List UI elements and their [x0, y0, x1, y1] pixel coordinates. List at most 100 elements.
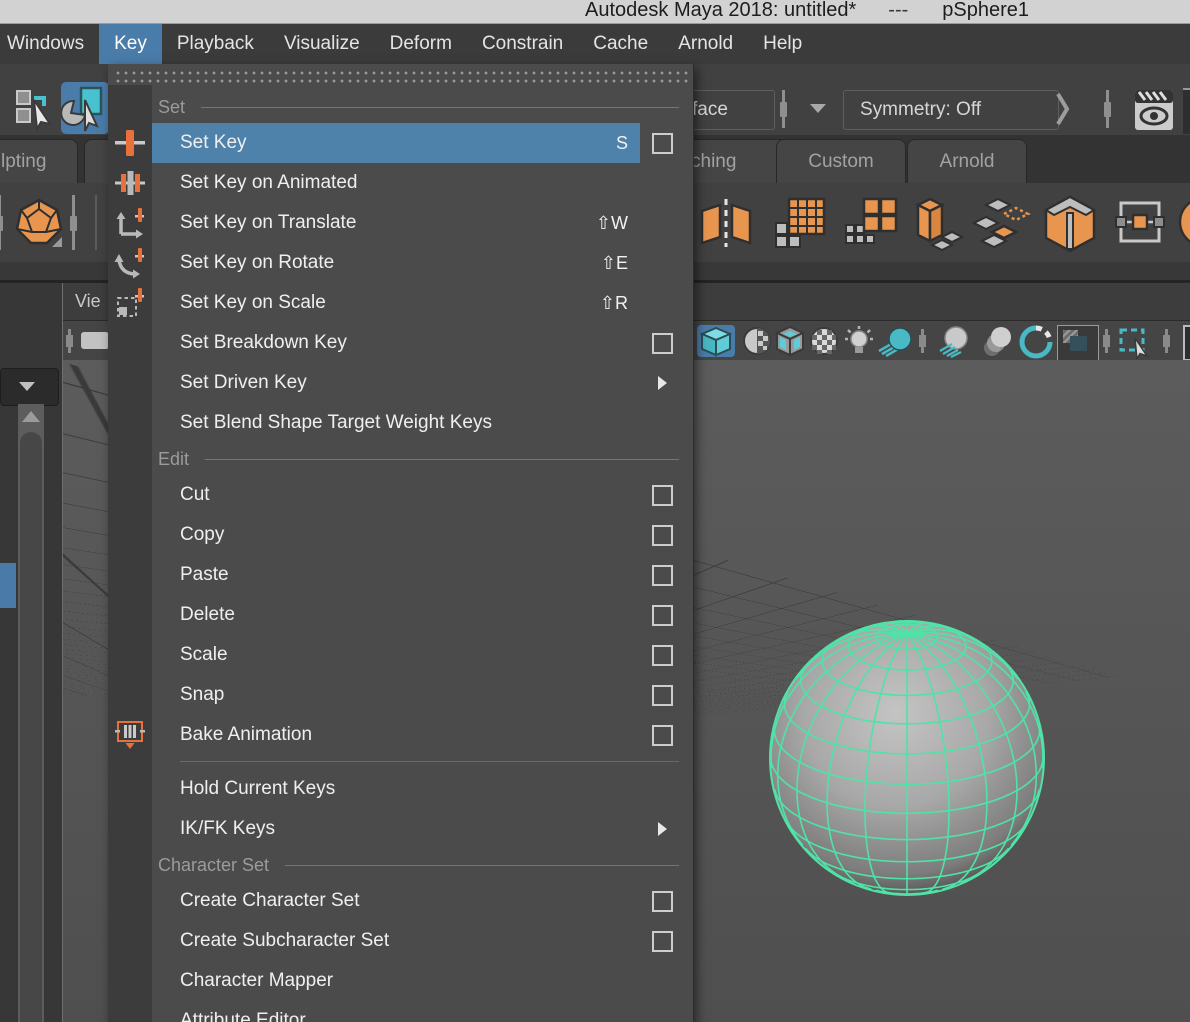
select-object-icon[interactable] [61, 82, 109, 134]
menu-item-set-key-on-translate[interactable]: Set Key on Translate ⇧W [152, 203, 693, 243]
poly-sphere-icon[interactable] [1176, 195, 1190, 249]
submenu-arrow-icon [658, 822, 667, 836]
menu-constrain[interactable]: Constrain [467, 24, 578, 64]
motion-blur-icon[interactable] [981, 325, 1015, 359]
shaded-mode-icon[interactable] [697, 325, 735, 357]
menu-item-set-key-on-scale[interactable]: Set Key on Scale ⇧R [152, 283, 693, 323]
menu-item-ik-fk-keys[interactable]: IK/FK Keys [152, 809, 693, 849]
menu-separator [180, 755, 679, 769]
menu-item-snap[interactable]: Snap [152, 675, 693, 715]
tab-custom[interactable]: Custom [776, 139, 906, 184]
scroll-up-icon[interactable] [22, 411, 40, 422]
option-box[interactable] [652, 133, 673, 154]
playblast-icon[interactable] [1134, 88, 1174, 132]
mirror-icon[interactable] [698, 195, 754, 251]
menu-item-create-character-set[interactable]: Create Character Set [152, 881, 693, 921]
option-box[interactable] [652, 565, 673, 586]
chevron-down-icon [19, 382, 35, 391]
menu-section-edit: Edit [152, 443, 693, 475]
bake-animation-icon [113, 718, 147, 752]
option-box[interactable] [652, 931, 673, 952]
isolate-select-icon[interactable] [1117, 325, 1155, 359]
option-box[interactable] [652, 685, 673, 706]
textured-cube-icon[interactable] [775, 325, 805, 357]
menu-item-hold-current-keys[interactable]: Hold Current Keys [152, 769, 693, 809]
xray-icon[interactable] [1057, 325, 1099, 361]
toolbar-partial-icon [1183, 325, 1190, 361]
left-panel [0, 283, 62, 1022]
menu-key[interactable]: Key [99, 24, 162, 64]
menu-section-character-set: Character Set [152, 849, 693, 881]
divider [1165, 329, 1168, 353]
set-key-animated-icon [113, 166, 147, 200]
divider [68, 329, 71, 353]
shadows-icon[interactable] [877, 325, 915, 357]
menu-item-set-key[interactable]: Set Key S [152, 123, 693, 163]
smooth-icon[interactable] [772, 195, 828, 251]
menu-item-set-breakdown-key[interactable]: Set Breakdown Key [152, 323, 693, 363]
poly-platonic-solid-icon[interactable] [14, 197, 64, 249]
menu-item-bake-animation[interactable]: Bake Animation [152, 715, 693, 755]
menu-cache[interactable]: Cache [578, 24, 663, 64]
quad-draw-icon[interactable] [970, 195, 1032, 251]
expand-chevron-icon[interactable] [1055, 92, 1071, 126]
tab-arnold[interactable]: Arnold [907, 139, 1027, 184]
option-box[interactable] [652, 605, 673, 626]
menu-arnold[interactable]: Arnold [663, 24, 748, 64]
menu-item-paste[interactable]: Paste [152, 555, 693, 595]
menu-visualize[interactable]: Visualize [269, 24, 375, 64]
reduce-icon[interactable] [842, 195, 898, 251]
menu-item-create-subcharacter-set[interactable]: Create Subcharacter Set [152, 921, 693, 961]
divider [1106, 90, 1109, 128]
bevel-icon[interactable] [1042, 193, 1098, 253]
tab-sculpting[interactable]: lpting [0, 139, 78, 184]
select-hierarchy-icon[interactable] [10, 84, 58, 132]
menu-item-set-key-on-rotate[interactable]: Set Key on Rotate ⇧E [152, 243, 693, 283]
dropdown-caret-icon[interactable] [810, 104, 826, 113]
menu-playback[interactable]: Playback [162, 24, 269, 64]
checker-material-icon[interactable] [809, 325, 839, 357]
set-key-translate-icon [113, 206, 147, 240]
menu-windows[interactable]: Windows [0, 24, 99, 64]
divider [1105, 329, 1108, 353]
anti-alias-icon[interactable] [1019, 325, 1053, 359]
option-box[interactable] [652, 525, 673, 546]
option-box[interactable] [652, 645, 673, 666]
option-box[interactable] [652, 891, 673, 912]
menu-item-attribute-editor[interactable]: Attribute Editor [152, 1001, 693, 1022]
maya-window: Autodesk Maya 2018: untitled* --- pSpher… [0, 0, 1190, 1022]
scrollbar-thumb[interactable] [20, 432, 42, 1022]
menu-deform[interactable]: Deform [375, 24, 467, 64]
lighting-icon[interactable] [844, 325, 874, 359]
menu-item-set-key-on-animated[interactable]: Set Key on Animated [152, 163, 693, 203]
viewport-view-menu[interactable]: Vie [75, 291, 101, 312]
option-box[interactable] [652, 485, 673, 506]
divider [921, 329, 924, 353]
tear-off-handle[interactable] [113, 67, 688, 83]
title-bar: Autodesk Maya 2018: untitled* --- pSpher… [0, 0, 1190, 24]
divider [72, 195, 75, 250]
textured-sphere-icon[interactable] [742, 325, 772, 357]
menu-item-cut[interactable]: Cut [152, 475, 693, 515]
divider [782, 90, 785, 128]
title-dashes: --- [888, 0, 908, 23]
option-box[interactable] [652, 725, 673, 746]
option-box[interactable] [652, 333, 673, 354]
extrude-icon[interactable] [908, 193, 966, 253]
toolbar-partial-button[interactable] [81, 332, 109, 349]
symmetry-field[interactable]: Symmetry: Off [843, 90, 1059, 130]
ssao-icon[interactable] [934, 325, 974, 359]
psphere-object[interactable] [766, 617, 1048, 899]
menu-item-set-blend-shape-target-weight-keys[interactable]: Set Blend Shape Target Weight Keys [152, 403, 693, 443]
main-menu-bar: Windows Key Playback Visualize Deform Co… [0, 24, 1190, 64]
panel-dropdown-button[interactable] [0, 368, 59, 406]
multi-cut-icon[interactable] [1113, 195, 1167, 249]
menu-item-delete[interactable]: Delete [152, 595, 693, 635]
set-key-icon [113, 126, 147, 160]
menu-item-copy[interactable]: Copy [152, 515, 693, 555]
menu-item-scale[interactable]: Scale [152, 635, 693, 675]
menu-item-character-mapper[interactable]: Character Mapper [152, 961, 693, 1001]
menu-help[interactable]: Help [748, 24, 817, 64]
menu-item-set-driven-key[interactable]: Set Driven Key [152, 363, 693, 403]
toolbar-partial-icon [1183, 88, 1190, 134]
